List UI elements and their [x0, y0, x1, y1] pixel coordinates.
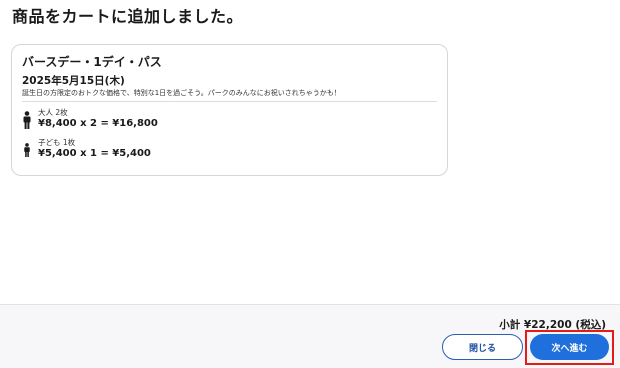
ticket-price: ¥8,400 x 2 = ¥16,800 — [38, 118, 158, 129]
subtotal: 小計 ¥22,200 (税込) — [499, 319, 606, 331]
next-button[interactable]: 次へ進む — [530, 334, 609, 360]
ticket-card: バースデー・1デイ・パス 2025年5月15日(木) 誕生日の方限定のおトクな価… — [11, 44, 448, 176]
ticket-type-label: 大人 2枚 — [38, 108, 68, 117]
ticket-price: ¥5,400 x 1 = ¥5,400 — [38, 148, 151, 159]
product-title: バースデー・1デイ・パス — [22, 55, 162, 69]
close-button[interactable]: 閉じる — [442, 334, 523, 360]
adult-person-icon — [23, 111, 31, 129]
page-title: 商品をカートに追加しました。 — [12, 7, 244, 26]
ticket-type-label: 子ども 1枚 — [38, 138, 76, 147]
product-description: 誕生日の方限定のおトクな価格で、特別な1日を過ごそう。パークのみんなにお祝いされ… — [22, 89, 341, 97]
child-person-icon — [24, 143, 30, 157]
divider — [22, 101, 437, 102]
visit-date: 2025年5月15日(木) — [22, 75, 125, 87]
cart-footer: 小計 ¥22,200 (税込) 閉じる 次へ進む — [0, 304, 620, 368]
